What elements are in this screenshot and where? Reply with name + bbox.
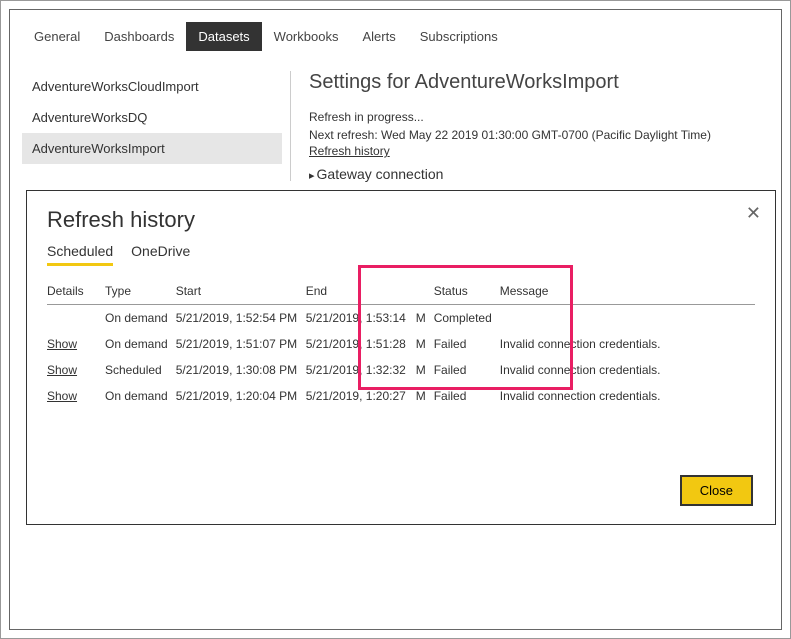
cell-end: 5/21/2019, 1:32:32 <box>306 357 416 383</box>
gateway-label: Gateway connection <box>317 166 444 182</box>
settings-heading: Settings for AdventureWorksImport <box>309 71 769 94</box>
cell-end: 5/21/2019, 1:20:27 <box>306 383 416 409</box>
cell-type: Scheduled <box>105 357 176 383</box>
col-type: Type <box>105 278 176 305</box>
col-details: Details <box>47 278 105 305</box>
cell-start: 5/21/2019, 1:30:08 PM <box>176 357 306 383</box>
show-details-link[interactable]: Show <box>47 337 77 351</box>
cell-status: Failed <box>434 383 500 409</box>
tab-alerts[interactable]: Alerts <box>350 22 407 51</box>
refresh-history-link[interactable]: Refresh history <box>309 144 769 158</box>
cell-details <box>47 305 105 332</box>
cell-type: On demand <box>105 331 176 357</box>
refresh-history-table: Details Type Start End Status Message On… <box>47 278 755 409</box>
cell-ampm: M <box>416 357 434 383</box>
dialog-title: Refresh history <box>47 207 755 233</box>
dataset-item-import[interactable]: AdventureWorksImport <box>22 133 282 164</box>
col-start: Start <box>176 278 306 305</box>
show-details-link[interactable]: Show <box>47 389 77 403</box>
refresh-history-dialog: Refresh history ✕ Scheduled OneDrive Det… <box>26 190 776 525</box>
cell-ampm: M <box>416 331 434 357</box>
top-tabs: General Dashboards Datasets Workbooks Al… <box>10 10 781 51</box>
cell-type: On demand <box>105 305 176 332</box>
dialog-tabs: Scheduled OneDrive <box>47 243 755 266</box>
cell-status: Failed <box>434 357 500 383</box>
col-end: End <box>306 278 416 305</box>
dialog-tab-onedrive[interactable]: OneDrive <box>131 243 190 266</box>
tab-dashboards[interactable]: Dashboards <box>92 22 186 51</box>
table-header-row: Details Type Start End Status Message <box>47 278 755 305</box>
cell-status: Completed <box>434 305 500 332</box>
cell-end: 5/21/2019, 1:53:14 <box>306 305 416 332</box>
cell-message <box>500 305 755 332</box>
caret-right-icon: ▸ <box>309 169 315 182</box>
cell-type: On demand <box>105 383 176 409</box>
refresh-status-progress: Refresh in progress... <box>309 108 769 126</box>
cell-start: 5/21/2019, 1:20:04 PM <box>176 383 306 409</box>
table-row: On demand 5/21/2019, 1:52:54 PM 5/21/201… <box>47 305 755 332</box>
cell-message: Invalid connection credentials. <box>500 357 755 383</box>
table-row: Show On demand 5/21/2019, 1:20:04 PM 5/2… <box>47 383 755 409</box>
cell-message: Invalid connection credentials. <box>500 331 755 357</box>
tab-subscriptions[interactable]: Subscriptions <box>408 22 510 51</box>
col-status: Status <box>434 278 500 305</box>
settings-main: Settings for AdventureWorksImport Refres… <box>299 71 769 182</box>
cell-status: Failed <box>434 331 500 357</box>
dataset-item-dq[interactable]: AdventureWorksDQ <box>22 102 282 133</box>
show-details-link[interactable]: Show <box>47 363 77 377</box>
cell-start: 5/21/2019, 1:51:07 PM <box>176 331 306 357</box>
close-button[interactable]: Close <box>680 475 753 506</box>
dataset-sidebar: AdventureWorksCloudImport AdventureWorks… <box>22 71 282 182</box>
cell-ampm: M <box>416 305 434 332</box>
vertical-divider <box>290 71 291 181</box>
dataset-item-cloud-import[interactable]: AdventureWorksCloudImport <box>22 71 282 102</box>
gateway-connection-row[interactable]: ▸Gateway connection <box>309 166 769 182</box>
col-ampm <box>416 278 434 305</box>
table-row: Show On demand 5/21/2019, 1:51:07 PM 5/2… <box>47 331 755 357</box>
cell-ampm: M <box>416 383 434 409</box>
tab-datasets[interactable]: Datasets <box>186 22 261 51</box>
dialog-tab-scheduled[interactable]: Scheduled <box>47 243 113 266</box>
cell-end: 5/21/2019, 1:51:28 <box>306 331 416 357</box>
close-icon[interactable]: ✕ <box>746 203 761 224</box>
cell-start: 5/21/2019, 1:52:54 PM <box>176 305 306 332</box>
refresh-status-next: Next refresh: Wed May 22 2019 01:30:00 G… <box>309 126 769 144</box>
table-row: Show Scheduled 5/21/2019, 1:30:08 PM 5/2… <box>47 357 755 383</box>
col-message: Message <box>500 278 755 305</box>
tab-general[interactable]: General <box>22 22 92 51</box>
cell-message: Invalid connection credentials. <box>500 383 755 409</box>
tab-workbooks[interactable]: Workbooks <box>262 22 351 51</box>
